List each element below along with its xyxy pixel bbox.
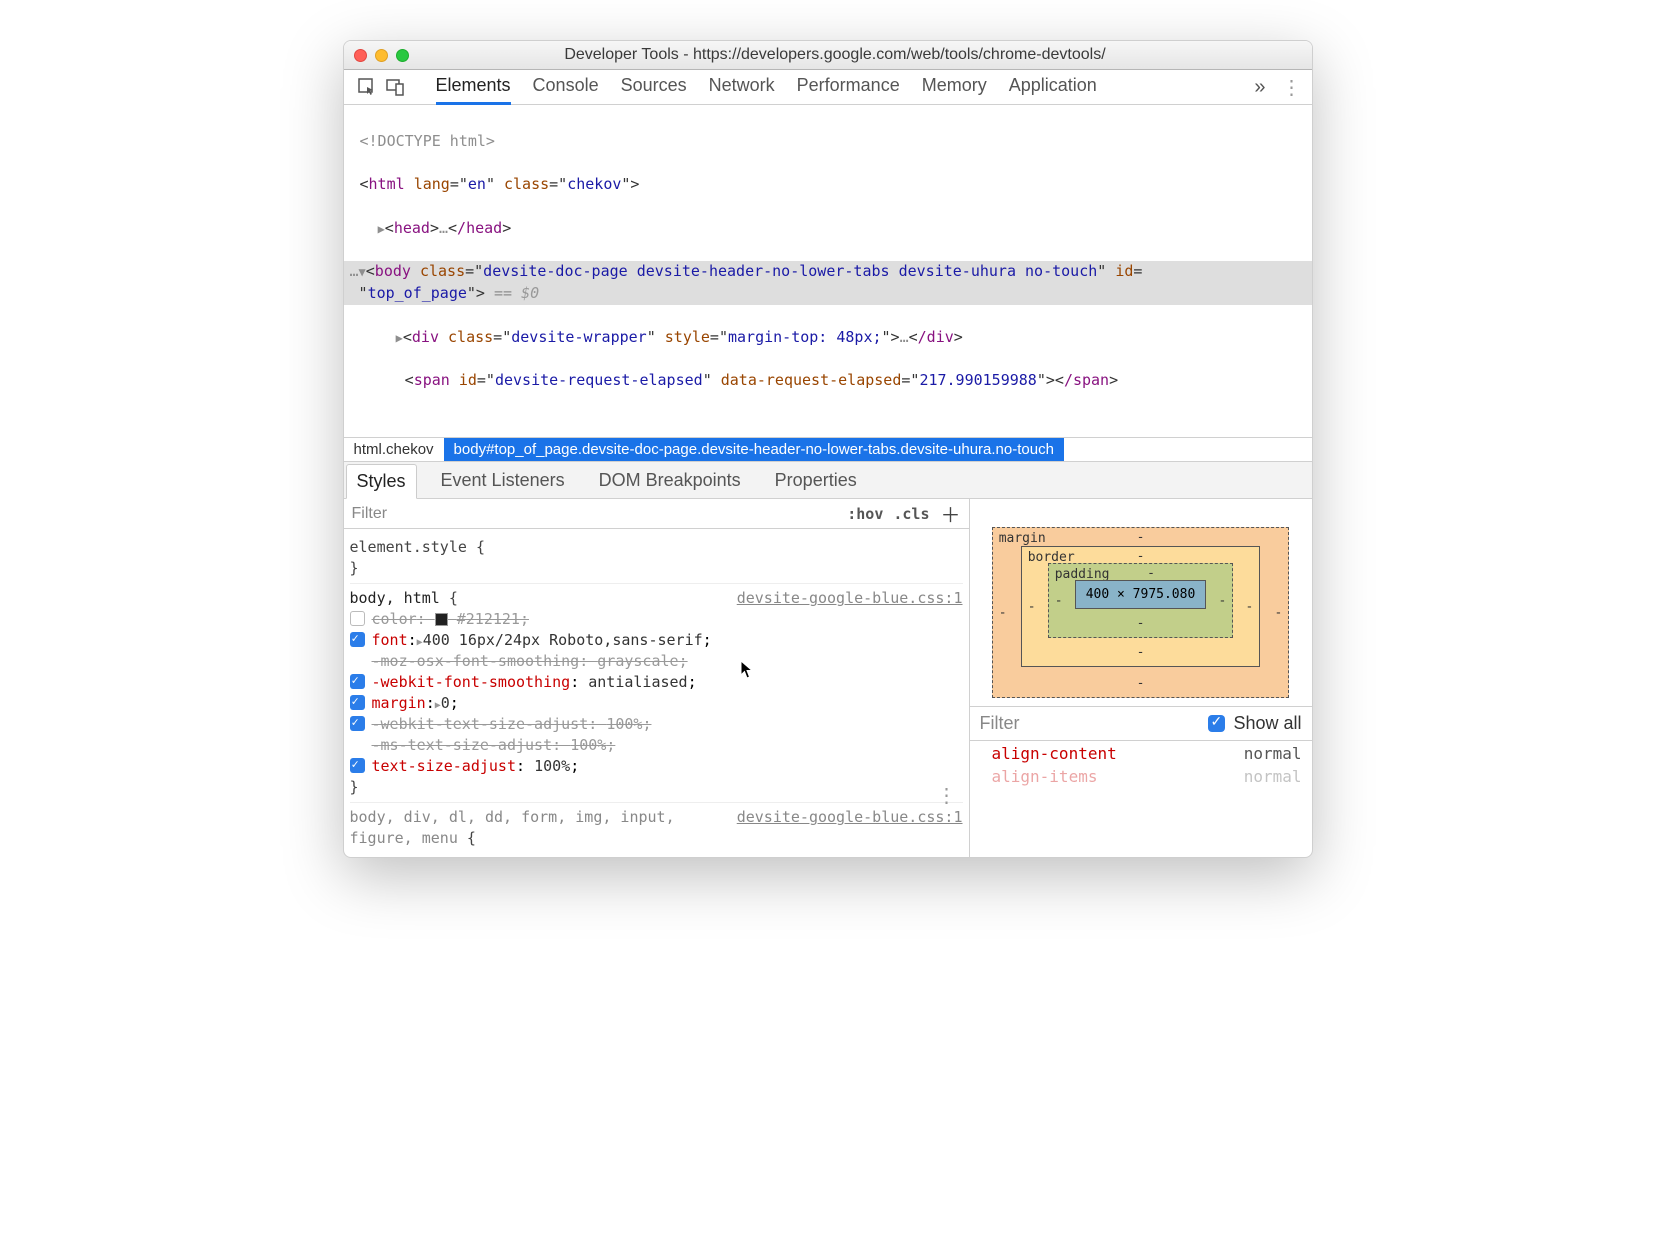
window-title: Developer Tools - https://developers.goo… (409, 46, 1302, 64)
hov-button[interactable]: :hov (842, 505, 888, 523)
stylesheet-source-link[interactable]: devsite-google-blue.css:1 (737, 807, 963, 828)
traffic-lights (354, 49, 409, 62)
prop-toggle-checkbox[interactable] (350, 674, 365, 689)
box-model-content: 400 × 7975.080 (1075, 580, 1207, 609)
prop-toggle-checkbox[interactable] (350, 716, 365, 731)
rule-body-html[interactable]: devsite-google-blue.css:1 body, html { c… (350, 584, 963, 803)
dom-node-body[interactable]: …▼<body class="devsite-doc-page devsite-… (344, 261, 1312, 305)
prop-text-size-adjust[interactable]: text-size-adjust: 100%; (350, 756, 963, 777)
collapse-triangle-icon[interactable]: ▼ (359, 265, 366, 279)
prop-webkit-font-smoothing[interactable]: -webkit-font-smoothing: antialiased; (350, 672, 963, 693)
show-all-label: Show all (1233, 713, 1301, 734)
inspect-element-icon[interactable] (356, 76, 378, 98)
box-model[interactable]: margin - - - - border - - - - padding (970, 499, 1312, 706)
side-tab-dom-breakpoints[interactable]: DOM Breakpoints (589, 464, 751, 498)
prop-toggle-checkbox[interactable] (350, 632, 365, 647)
prop-webkit-text-size-adjust[interactable]: -webkit-text-size-adjust: 100%; (350, 714, 963, 735)
settings-menu-button[interactable]: ⋮ (1276, 75, 1308, 100)
tab-elements[interactable]: Elements (436, 69, 511, 105)
prop-color[interactable]: color: #212121; (350, 609, 963, 630)
tab-sources[interactable]: Sources (621, 69, 687, 105)
styles-pane: Filter :hov .cls ＋ element.style { } dev… (344, 499, 970, 857)
dom-breadcrumb: html.chekov body#top_of_page.devsite-doc… (344, 437, 1312, 462)
computed-filter-row: Filter Show all (970, 706, 1312, 741)
new-style-rule-button[interactable]: ＋ (935, 499, 961, 528)
stylesheet-source-link[interactable]: devsite-google-blue.css:1 (737, 588, 963, 609)
styles-filter-row: Filter :hov .cls ＋ (344, 499, 969, 529)
dom-node-html[interactable]: <html lang="en" class="chekov"> (350, 174, 1306, 196)
dom-tree[interactable]: <!DOCTYPE html> <html lang="en" class="c… (344, 105, 1312, 437)
prop-moz-font-smoothing[interactable]: -moz-osx-font-smoothing: grayscale; (350, 651, 963, 672)
computed-properties-list[interactable]: align-content normal align-items normal (970, 741, 1312, 792)
expand-triangle-icon[interactable]: ▶ (378, 222, 385, 236)
tab-performance[interactable]: Performance (797, 69, 900, 105)
rule-element-style[interactable]: element.style { } (350, 533, 963, 584)
prop-ms-text-size-adjust[interactable]: -ms-text-size-adjust: 100%; (350, 735, 963, 756)
prop-toggle-checkbox[interactable] (350, 695, 365, 710)
prop-font[interactable]: font:▶400 16px/24px Roboto,sans-serif; (350, 630, 963, 651)
side-tab-event-listeners[interactable]: Event Listeners (431, 464, 575, 498)
zoom-window-button[interactable] (396, 49, 409, 62)
minimize-window-button[interactable] (375, 49, 388, 62)
color-swatch[interactable] (435, 613, 448, 626)
side-tab-styles[interactable]: Styles (346, 464, 417, 499)
tab-application[interactable]: Application (1009, 69, 1097, 105)
tab-console[interactable]: Console (533, 69, 599, 105)
rule-body-div-etc[interactable]: devsite-google-blue.css:1 body, div, dl,… (350, 803, 963, 853)
prop-margin[interactable]: margin:▶0; (350, 693, 963, 714)
rule-more-button[interactable]: ⋮ (937, 790, 957, 800)
styles-filter-input[interactable]: Filter (352, 505, 388, 523)
main-split: Filter :hov .cls ＋ element.style { } dev… (344, 499, 1312, 857)
expand-triangle-icon[interactable]: ▶ (396, 331, 403, 345)
sidebar-tabs: Styles Event Listeners DOM Breakpoints P… (344, 462, 1312, 499)
main-toolbar: Elements Console Sources Network Perform… (344, 70, 1312, 105)
styles-body: element.style { } devsite-google-blue.cs… (344, 529, 969, 857)
tab-memory[interactable]: Memory (922, 69, 987, 105)
dom-doctype: <!DOCTYPE html> (360, 132, 495, 150)
tabs-overflow-button[interactable]: » (1244, 76, 1275, 99)
devtools-window: Developer Tools - https://developers.goo… (343, 40, 1313, 858)
breadcrumb-item-body[interactable]: body#top_of_page.devsite-doc-page.devsit… (444, 438, 1064, 461)
dom-node-div[interactable]: ▶<div class="devsite-wrapper" style="mar… (350, 327, 1306, 349)
tab-network[interactable]: Network (709, 69, 775, 105)
prop-toggle-checkbox[interactable] (350, 611, 365, 626)
side-tab-properties[interactable]: Properties (765, 464, 867, 498)
show-all-checkbox[interactable] (1208, 715, 1225, 732)
prop-toggle-checkbox[interactable] (350, 758, 365, 773)
breadcrumb-item-html[interactable]: html.chekov (344, 438, 444, 461)
dom-node-head[interactable]: ▶<head>…</head> (350, 218, 1306, 240)
cls-button[interactable]: .cls (888, 505, 934, 523)
close-window-button[interactable] (354, 49, 367, 62)
computed-filter-input[interactable]: Filter (980, 713, 1201, 734)
panel-tabs: Elements Console Sources Network Perform… (414, 69, 1097, 105)
dom-node-span[interactable]: <span id="devsite-request-elapsed" data-… (350, 370, 1306, 392)
device-toggle-icon[interactable] (384, 76, 406, 98)
computed-pane: margin - - - - border - - - - padding (970, 499, 1312, 857)
title-bar: Developer Tools - https://developers.goo… (344, 41, 1312, 70)
